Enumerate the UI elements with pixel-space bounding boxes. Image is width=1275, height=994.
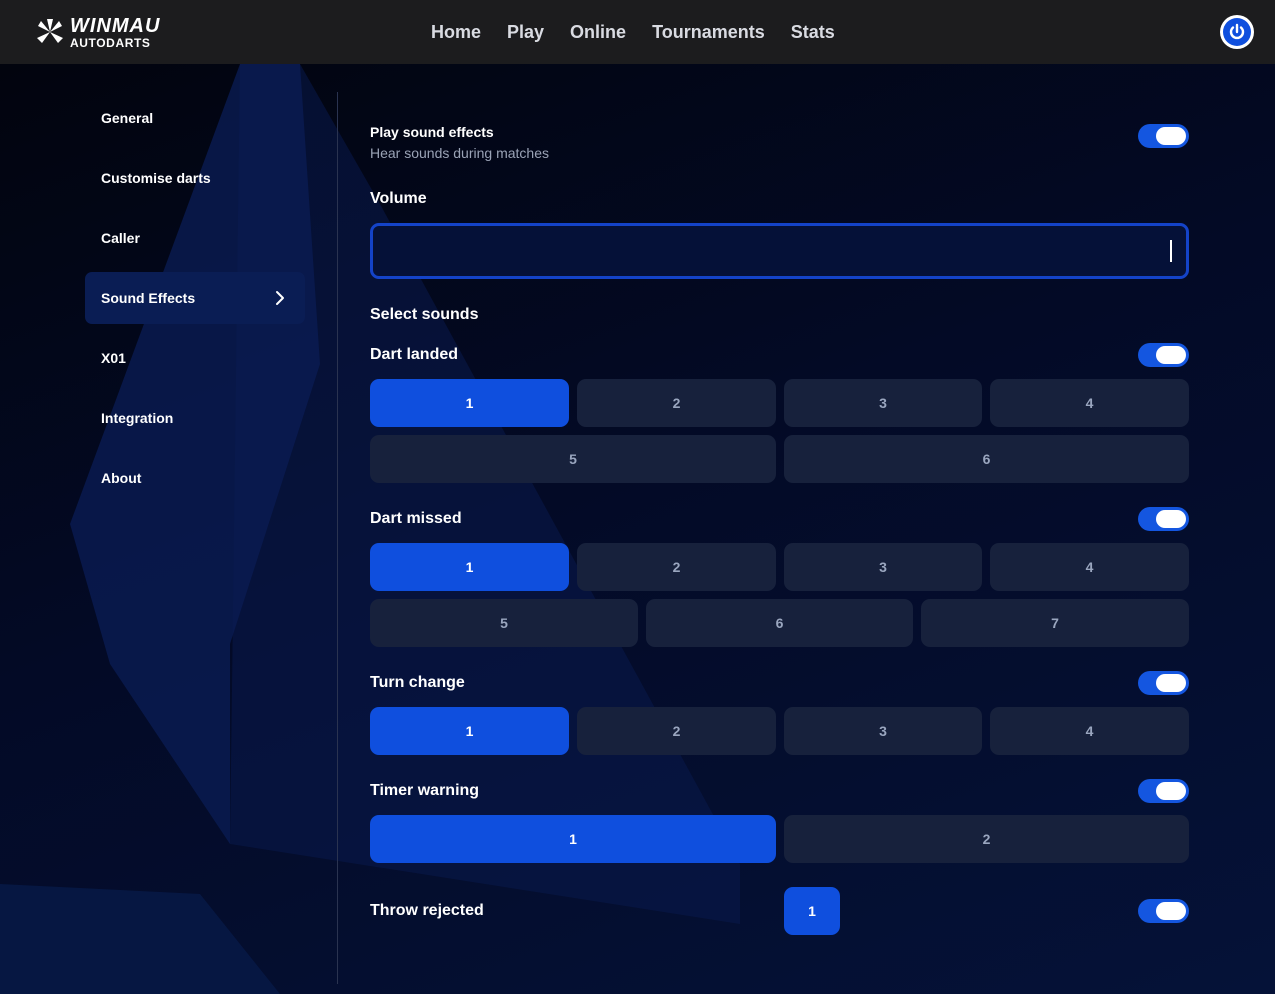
dart-missed-toggle[interactable] — [1138, 507, 1189, 531]
timer-warning-option-1[interactable]: 1 — [370, 815, 776, 863]
dart-missed-option-7[interactable]: 7 — [921, 599, 1189, 647]
sidebar-item-about[interactable]: About — [85, 452, 305, 504]
dart-landed-option-4[interactable]: 4 — [990, 379, 1189, 427]
dart-landed-label: Dart landed — [370, 346, 459, 363]
sidebar-item-label: X01 — [101, 350, 126, 366]
nav-tournaments[interactable]: Tournaments — [639, 22, 778, 43]
play-sound-effects-toggle[interactable] — [1138, 124, 1189, 148]
text-caret — [1170, 240, 1172, 262]
dart-landed-option-6[interactable]: 6 — [784, 435, 1189, 483]
nav-home[interactable]: Home — [418, 22, 494, 43]
dart-missed-option-4[interactable]: 4 — [990, 543, 1189, 591]
winmau-logo[interactable]: WINMAU AUTODARTS — [34, 15, 164, 49]
power-icon — [1229, 23, 1245, 40]
nav-online[interactable]: Online — [557, 22, 639, 43]
dart-landed-option-1[interactable]: 1 — [370, 379, 569, 427]
turn-change-option-4[interactable]: 4 — [990, 707, 1189, 755]
top-navigation-bar: WINMAU AUTODARTS Home Play Online Tourna… — [0, 0, 1275, 64]
brand-subtitle: AUTODARTS — [70, 35, 151, 50]
sidebar-item-label: Integration — [101, 410, 174, 426]
sidebar-item-label: Customise darts — [101, 170, 211, 186]
timer-warning-toggle[interactable] — [1138, 779, 1189, 803]
throw-rejected-option-1[interactable]: 1 — [784, 887, 840, 935]
settings-sidebar: General Customise darts Caller Sound Eff… — [85, 92, 305, 512]
dart-landed-option-5[interactable]: 5 — [370, 435, 776, 483]
sidebar-item-label: Caller — [101, 230, 140, 246]
logo-star-icon — [37, 19, 63, 43]
turn-change-option-3[interactable]: 3 — [784, 707, 982, 755]
play-sound-effects-description: Hear sounds during matches — [370, 145, 549, 161]
turn-change-option-1[interactable]: 1 — [370, 707, 569, 755]
dart-missed-option-3[interactable]: 3 — [784, 543, 982, 591]
sidebar-item-label: General — [101, 110, 154, 126]
dart-landed-option-2[interactable]: 2 — [577, 379, 776, 427]
sidebar-divider — [337, 92, 338, 984]
sidebar-item-general[interactable]: General — [85, 92, 305, 144]
dart-missed-option-5[interactable]: 5 — [370, 599, 638, 647]
brand-name: WINMAU — [70, 14, 161, 37]
volume-label: Volume — [370, 190, 427, 207]
sidebar-item-label: Sound Effects — [101, 290, 196, 306]
timer-warning-option-2[interactable]: 2 — [784, 815, 1189, 863]
main-nav: Home Play Online Tournaments Stats — [418, 0, 848, 64]
chevron-right-icon — [276, 291, 284, 305]
sidebar-item-caller[interactable]: Caller — [85, 212, 305, 264]
dart-missed-option-6[interactable]: 6 — [646, 599, 913, 647]
turn-change-label: Turn change — [370, 674, 465, 691]
dart-missed-option-2[interactable]: 2 — [577, 543, 776, 591]
select-sounds-label: Select sounds — [370, 306, 479, 323]
sidebar-item-label: About — [101, 470, 142, 486]
power-button[interactable] — [1220, 15, 1254, 49]
play-sound-effects-label: Play sound effects — [370, 124, 494, 140]
sidebar-item-customise-darts[interactable]: Customise darts — [85, 152, 305, 204]
timer-warning-label: Timer warning — [370, 782, 480, 799]
sidebar-item-sound-effects[interactable]: Sound Effects — [85, 272, 305, 324]
turn-change-toggle[interactable] — [1138, 671, 1189, 695]
volume-input[interactable] — [370, 223, 1189, 279]
sidebar-item-integration[interactable]: Integration — [85, 392, 305, 444]
dart-landed-toggle[interactable] — [1138, 343, 1189, 367]
nav-play[interactable]: Play — [494, 22, 557, 43]
throw-rejected-label: Throw rejected — [370, 902, 484, 919]
sidebar-item-x01[interactable]: X01 — [85, 332, 305, 384]
nav-stats[interactable]: Stats — [778, 22, 848, 43]
throw-rejected-toggle[interactable] — [1138, 899, 1189, 923]
dart-landed-option-3[interactable]: 3 — [784, 379, 982, 427]
turn-change-option-2[interactable]: 2 — [577, 707, 776, 755]
dart-missed-option-1[interactable]: 1 — [370, 543, 569, 591]
dart-missed-label: Dart missed — [370, 510, 462, 527]
